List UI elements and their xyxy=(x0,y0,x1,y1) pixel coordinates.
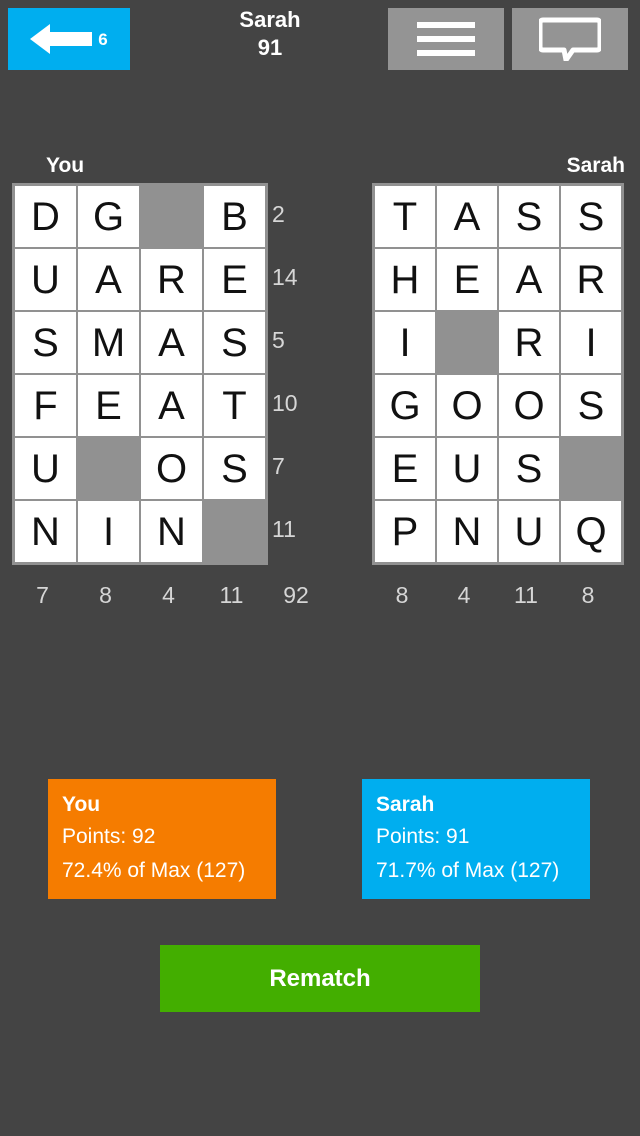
column-score: 11 xyxy=(514,582,538,608)
grid-cell: H xyxy=(375,249,435,310)
opponent-column-scores: 8 4 11 8 xyxy=(372,580,622,610)
grid-cell: A xyxy=(141,375,202,436)
column-score: 8 xyxy=(395,582,409,608)
grid-cell: S xyxy=(499,186,559,247)
grid-cell: S xyxy=(561,186,621,247)
grid-cell: T xyxy=(204,375,265,436)
grid-cell-blank xyxy=(78,438,139,499)
grid-cell: E xyxy=(437,249,497,310)
grid-cell: G xyxy=(375,375,435,436)
player-grid[interactable]: DGBUARESMASFEATUOSNIN xyxy=(12,183,268,565)
grid-cell: U xyxy=(437,438,497,499)
row-score: 7 xyxy=(272,453,285,479)
column-score: 8 xyxy=(581,582,595,608)
grid-cell: I xyxy=(78,501,139,562)
row-score: 2 xyxy=(272,201,285,227)
grid-cell: N xyxy=(141,501,202,562)
grid-cell: D xyxy=(15,186,76,247)
grid-cell: T xyxy=(375,186,435,247)
grid-cell: P xyxy=(375,501,435,562)
opponent-result-card: Sarah Points: 91 71.7% of Max (127) xyxy=(362,779,590,899)
grid-cell-blank xyxy=(561,438,621,499)
player-result-percent: 72.4% of Max (127) xyxy=(62,859,246,882)
opponent-result-percent: 71.7% of Max (127) xyxy=(376,859,560,882)
grid-cell: E xyxy=(204,249,265,310)
opponent-result-points: Points: 91 xyxy=(376,825,470,848)
grid-cell: I xyxy=(561,312,621,373)
opponent-result-name: Sarah xyxy=(376,793,435,816)
column-score: 8 xyxy=(99,582,112,608)
grid-cell-blank xyxy=(141,186,202,247)
grid-cell: S xyxy=(204,438,265,499)
grid-cell: A xyxy=(141,312,202,373)
player-total-score: 92 xyxy=(283,582,309,608)
grid-cell: B xyxy=(204,186,265,247)
right-board-label: Sarah xyxy=(566,154,625,177)
grid-cell: O xyxy=(437,375,497,436)
grid-cell: A xyxy=(499,249,559,310)
grid-cell: G xyxy=(78,186,139,247)
grid-cell: R xyxy=(141,249,202,310)
grid-cell: S xyxy=(561,375,621,436)
row-score: 14 xyxy=(272,264,298,290)
column-score: 4 xyxy=(457,582,471,608)
player-result-points: Points: 92 xyxy=(62,825,156,848)
grid-cell: A xyxy=(437,186,497,247)
grid-cell: U xyxy=(15,438,76,499)
grid-cell: A xyxy=(78,249,139,310)
grid-cell: S xyxy=(204,312,265,373)
grid-cell: U xyxy=(15,249,76,310)
rematch-button[interactable]: Rematch xyxy=(160,945,480,1012)
player-result-name: You xyxy=(62,793,101,816)
grid-cell: M xyxy=(78,312,139,373)
grid-cell: U xyxy=(499,501,559,562)
grid-cell-blank xyxy=(204,501,265,562)
row-score: 10 xyxy=(272,390,298,416)
player-result-card: You Points: 92 72.4% of Max (127) xyxy=(48,779,276,899)
grid-cell: N xyxy=(15,501,76,562)
grid-cell: S xyxy=(499,438,559,499)
grid-cell: F xyxy=(15,375,76,436)
column-score: 4 xyxy=(162,582,175,608)
grid-cell: O xyxy=(141,438,202,499)
grid-cell: Q xyxy=(561,501,621,562)
grid-cell-blank xyxy=(437,312,497,373)
opponent-grid[interactable]: TASSHEARIRIGOOSEUSPNUQ xyxy=(372,183,624,565)
grid-cell: O xyxy=(499,375,559,436)
grid-cell: N xyxy=(437,501,497,562)
row-score: 11 xyxy=(272,516,296,542)
grid-cell: R xyxy=(561,249,621,310)
grid-cell: E xyxy=(78,375,139,436)
player-column-scores: 7 8 4 11 xyxy=(12,580,268,610)
grid-cell: E xyxy=(375,438,435,499)
grid-cell: S xyxy=(15,312,76,373)
player-row-scores: 2 14 5 10 7 11 xyxy=(272,183,328,561)
column-score: 7 xyxy=(36,582,49,608)
grid-cell: R xyxy=(499,312,559,373)
left-board-label: You xyxy=(46,154,85,177)
row-score: 5 xyxy=(272,327,285,353)
column-score: 11 xyxy=(219,582,244,608)
grid-cell: I xyxy=(375,312,435,373)
